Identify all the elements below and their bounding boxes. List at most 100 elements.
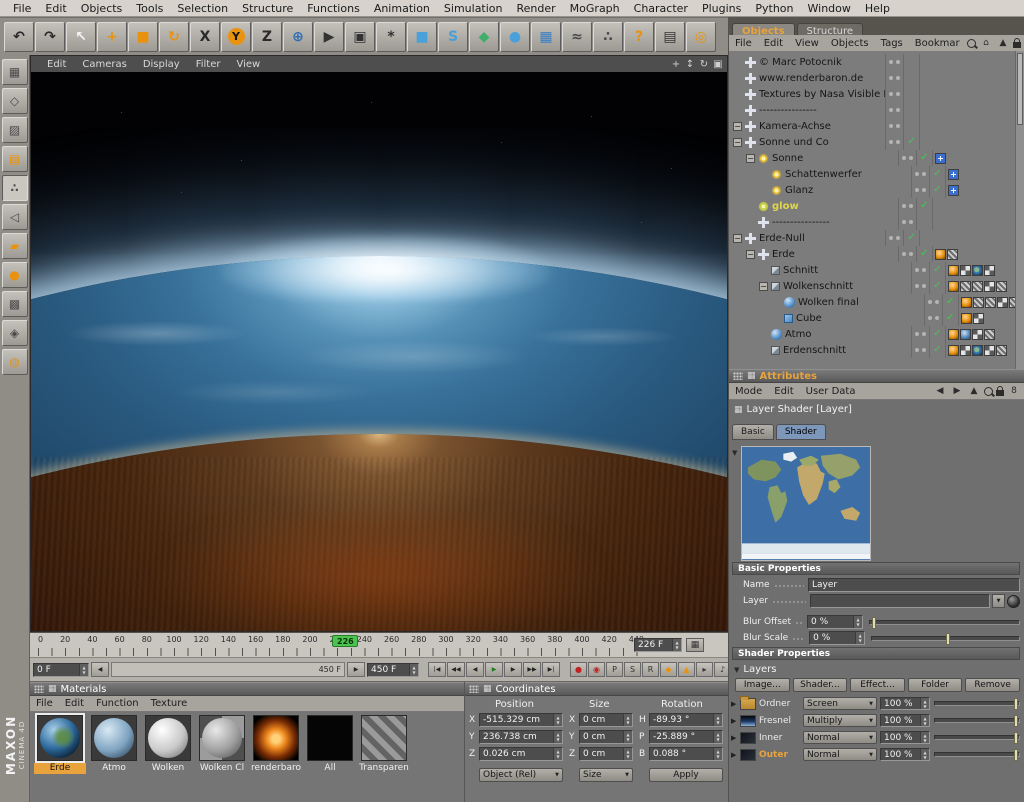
playback-mode-button[interactable]: ▸ (696, 662, 713, 677)
palette-workplane-mode-button[interactable]: ▤ (2, 146, 28, 172)
scrollbar-thumb[interactable] (1017, 53, 1023, 125)
menu-tools[interactable]: Tools (129, 2, 170, 15)
blur-scale-stepper-icon[interactable]: ▲▼ (855, 632, 864, 644)
expander-icon[interactable]: − (746, 250, 755, 259)
panel-grip-icon[interactable] (469, 685, 479, 693)
slider-knob[interactable] (1014, 749, 1018, 761)
layer-shader-button[interactable]: Shader... (793, 678, 848, 692)
sphere-orange-tag-icon[interactable] (961, 313, 972, 324)
record-parameter-button[interactable]: ◆ (660, 662, 677, 677)
hatch-tag-icon[interactable] (973, 297, 984, 308)
layer-opacity-field[interactable]: 100 %▲▼ (880, 731, 930, 744)
sphere-orange-tag-icon[interactable] (935, 249, 946, 260)
home-icon[interactable]: ⌂ (979, 36, 993, 50)
checker-tag-icon[interactable] (997, 297, 1008, 308)
hatch-tag-icon[interactable] (996, 281, 1007, 292)
attributes-panel-header[interactable]: ▦ Attributes (729, 369, 1024, 383)
checker-tag-icon[interactable] (984, 345, 995, 356)
lock-icon[interactable] (996, 390, 1004, 396)
editor-visibility-dot[interactable] (928, 300, 932, 304)
panel-grip-icon[interactable] (733, 372, 743, 380)
blend-mode-dropdown[interactable]: Screen▼ (803, 697, 877, 710)
editor-visibility-dot[interactable] (902, 252, 906, 256)
palette-polygons-mode-button[interactable]: ▰ (2, 233, 28, 259)
position-field[interactable]: -515.329 cm▲▼ (479, 713, 563, 727)
next-object-icon[interactable]: ▶ (950, 384, 964, 398)
menu-character[interactable]: Character (627, 2, 695, 15)
history-icon[interactable]: 8 (1007, 384, 1021, 398)
tree-row[interactable]: Atmo✓ (729, 326, 1024, 342)
editor-visibility-dot[interactable] (889, 108, 893, 112)
toolbar-render-settings-button[interactable]: * (376, 22, 406, 52)
rotation-field[interactable]: -89.93 °▲▼ (649, 713, 723, 727)
blend-mode-dropdown[interactable]: Multiply▼ (803, 714, 877, 727)
tree-row[interactable]: −Erde✓ (729, 246, 1024, 262)
layer-opacity-field[interactable]: 100 %▲▼ (880, 697, 930, 710)
range-end-field[interactable]: 450 F ▲▼ (367, 663, 419, 677)
search-icon[interactable] (984, 387, 993, 396)
tree-row[interactable]: www.renderbaron.de (729, 70, 1024, 86)
layer-expander-icon[interactable]: ▶ (731, 734, 740, 742)
record-keyframe-button[interactable]: ● (570, 662, 587, 677)
palette-enable-axis-button[interactable]: ● (2, 262, 28, 288)
sphere-orange-tag-icon[interactable] (948, 345, 959, 356)
lock-icon[interactable] (1013, 42, 1021, 48)
toolbar-redo-button[interactable]: ↷ (35, 22, 65, 52)
attributes-menu-mode[interactable]: Mode (729, 386, 768, 397)
range-end-stepper-icon[interactable]: ▲▼ (409, 664, 418, 676)
editor-visibility-dot[interactable] (902, 204, 906, 208)
editor-visibility-dot[interactable] (915, 268, 919, 272)
target-tag-icon[interactable]: + (948, 169, 959, 180)
shader-preview[interactable] (741, 446, 871, 561)
toolbar-target-button[interactable]: ◎ (686, 22, 716, 52)
shader-layer-row[interactable]: ▶InnerNormal▼100 %▲▼ (731, 729, 1020, 746)
sphere-orange-tag-icon[interactable] (948, 265, 959, 276)
material-item[interactable]: renderbaro (250, 715, 302, 774)
blend-mode-dropdown[interactable]: Normal▼ (803, 731, 877, 744)
menu-render[interactable]: Render (510, 2, 563, 15)
object-tree-scrollbar[interactable] (1015, 51, 1024, 369)
stepper-icon[interactable]: ▲▼ (623, 748, 632, 760)
layers-expander-icon[interactable]: ▼ (734, 666, 739, 674)
toolbar-undo-button[interactable]: ↶ (4, 22, 34, 52)
toolbar-primitive-cube-button[interactable]: ■ (407, 22, 437, 52)
rotation-field[interactable]: -25.889 °▲▼ (649, 730, 723, 744)
palette-viewport-solo-button[interactable]: ◍ (2, 349, 28, 375)
sphere-orange-tag-icon[interactable] (948, 281, 959, 292)
editor-visibility-dot[interactable] (889, 140, 893, 144)
target-tag-icon[interactable]: + (935, 153, 946, 164)
render-visibility-dot[interactable] (935, 300, 939, 304)
name-field[interactable]: Layer (808, 578, 1020, 592)
toolbar-scene-object-button[interactable]: ≈ (562, 22, 592, 52)
play-button[interactable]: ▶ (485, 662, 503, 677)
tree-row[interactable]: © Marc Potocnik (729, 54, 1024, 70)
editor-visibility-dot[interactable] (915, 188, 919, 192)
tree-row[interactable]: −Sonne und Co✓ (729, 134, 1024, 150)
size-field[interactable]: 0 cm▲▼ (579, 730, 633, 744)
enabled-check-icon[interactable]: ✓ (907, 232, 915, 243)
toolbar-lock-y-axis-button[interactable]: Y (221, 22, 251, 52)
render-visibility-dot[interactable] (896, 236, 900, 240)
menu-help[interactable]: Help (858, 2, 897, 15)
material-item[interactable]: Wolken Cl (196, 715, 248, 774)
layer-image-button[interactable]: Image... (735, 678, 790, 692)
menu-file[interactable]: File (6, 2, 38, 15)
checker-tag-icon[interactable] (984, 281, 995, 292)
toggle-view-icon[interactable]: ▣ (711, 59, 725, 70)
preview-expander-icon[interactable]: ▼ (732, 449, 737, 457)
materials-menu-texture[interactable]: Texture (145, 698, 194, 709)
palette-texture-mode-button[interactable]: ▨ (2, 117, 28, 143)
enabled-check-icon[interactable]: ✓ (946, 312, 954, 323)
tree-row[interactable]: Schnitt✓ (729, 262, 1024, 278)
menu-edit[interactable]: Edit (38, 2, 73, 15)
render-visibility-dot[interactable] (896, 124, 900, 128)
editor-visibility-dot[interactable] (889, 236, 893, 240)
expander-icon[interactable]: − (733, 138, 742, 147)
objects-menu-view[interactable]: View (789, 38, 825, 49)
timeline-options-icon[interactable]: ▦ (686, 638, 704, 652)
sphere-blue-tag-icon[interactable] (960, 329, 971, 340)
size-mode-dropdown[interactable]: Size ▼ (579, 768, 633, 782)
menu-simulation[interactable]: Simulation (437, 2, 510, 15)
hatch-tag-icon[interactable] (960, 281, 971, 292)
render-visibility-dot[interactable] (922, 172, 926, 176)
